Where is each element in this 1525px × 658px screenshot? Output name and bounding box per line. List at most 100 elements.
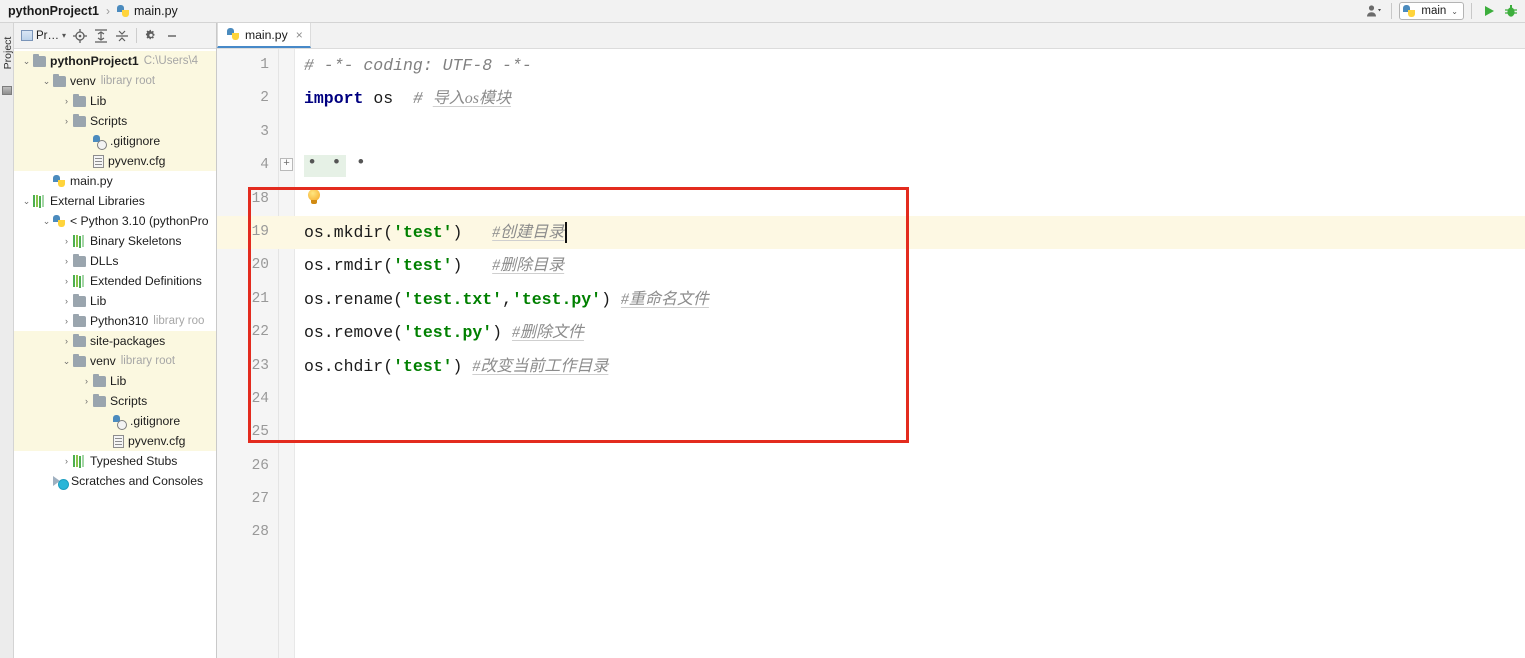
token-cmt-plain <box>611 290 621 309</box>
chevron-right-icon[interactable]: › <box>60 256 73 266</box>
tree-item-pyvenv-cfg[interactable]: ›pyvenv.cfg <box>14 151 216 171</box>
run-configuration-selector[interactable]: main ⌄ <box>1399 2 1464 20</box>
chevron-down-icon: ▾ <box>62 31 67 40</box>
code-line-25[interactable]: 25 <box>217 416 1525 449</box>
expand-all-icon[interactable] <box>91 26 111 46</box>
gitignore-icon <box>113 414 127 430</box>
folded-region-placeholder[interactable]: • • • <box>307 149 368 182</box>
code-line-28[interactable]: 28 <box>217 516 1525 549</box>
chevron-right-icon[interactable]: › <box>60 116 73 126</box>
project-tool-button[interactable]: Project <box>2 28 14 78</box>
locate-target-icon[interactable] <box>70 26 90 46</box>
tree-item-secondary-label: C:\Users\4 <box>143 55 199 67</box>
tree-item-label: Extended Definitions <box>90 274 202 288</box>
chevron-down-icon[interactable]: ⌄ <box>60 356 73 367</box>
token-str: 'test.py' <box>511 289 602 309</box>
tree-item-binary-skeletons[interactable]: › Binary Skeletons <box>14 231 216 251</box>
token-ident: , <box>502 289 512 309</box>
tree-item-main-py[interactable]: ›main.py <box>14 171 216 191</box>
close-icon[interactable]: × <box>296 28 303 42</box>
run-icon[interactable] <box>1479 1 1499 21</box>
token-cmt-it: #创建目录 <box>492 223 565 241</box>
chevron-down-icon[interactable]: ⌄ <box>20 56 33 67</box>
token-ident: ) <box>452 256 463 276</box>
project-view-dropdown[interactable]: Pr… ▾ <box>18 26 69 46</box>
chevron-down-icon[interactable]: ⌄ <box>20 196 33 207</box>
tree-item-dlls[interactable]: › DLLs <box>14 251 216 271</box>
tree-item-lib[interactable]: › Lib <box>14 291 216 311</box>
tree-item-typeshed-stubs[interactable]: › Typeshed Stubs <box>14 451 216 471</box>
chevron-right-icon[interactable]: › <box>60 456 73 466</box>
tree-item-pythonproject1[interactable]: ⌄ pythonProject1 C:\Users\4 <box>14 51 216 71</box>
code-text: os.chdir('test') #改变当前工作目录 <box>304 350 608 383</box>
lib-icon <box>33 195 46 207</box>
user-settings-icon[interactable] <box>1364 1 1384 21</box>
code-line-20[interactable]: 20 os.rmdir('test') #删除目录 <box>217 249 1525 282</box>
tree-item-lib[interactable]: › Lib <box>14 91 216 111</box>
tree-item-pyvenv-cfg[interactable]: ›pyvenv.cfg <box>14 431 216 451</box>
code-editor[interactable]: 1 # -*- coding: UTF-8 -*- 2 import os # 导入o… <box>217 49 1525 658</box>
chevron-right-icon[interactable]: › <box>60 96 73 106</box>
chevron-down-icon[interactable]: ⌄ <box>40 76 53 87</box>
code-line-26[interactable]: 26 <box>217 450 1525 483</box>
tree-item-gitignore[interactable]: ›.gitignore <box>14 131 216 151</box>
tree-item-site-packages[interactable]: › site-packages <box>14 331 216 351</box>
code-line-22[interactable]: 22 os.remove('test.py') #删除文件 <box>217 316 1525 349</box>
code-line-21[interactable]: 21 os.rename('test.txt','test.py') #重命名文件 <box>217 283 1525 316</box>
chevron-right-icon[interactable]: › <box>80 396 93 406</box>
structure-tool-icon[interactable] <box>2 86 12 95</box>
tree-item-scratches-and-consoles[interactable]: ›Scratches and Consoles <box>14 471 216 491</box>
token-ident: ) <box>492 323 503 343</box>
code-line-3[interactable]: 3 <box>217 116 1525 149</box>
intention-bulb-icon[interactable] <box>307 188 322 206</box>
folder-icon <box>73 253 86 267</box>
token-str: 'test' <box>393 356 453 376</box>
left-tool-window-strip: Project <box>0 23 14 658</box>
code-text: os.rename('test.txt','test.py') #重命名文件 <box>304 283 709 316</box>
collapse-all-icon[interactable] <box>112 26 132 46</box>
breadcrumb-project[interactable]: pythonProject1 <box>8 4 99 18</box>
chevron-right-icon[interactable]: › <box>60 316 73 326</box>
code-line-18[interactable]: 18 <box>217 183 1525 216</box>
minimize-icon[interactable] <box>162 26 182 46</box>
token-ident: os.rename( <box>304 289 404 309</box>
tree-item-extended-definitions[interactable]: › Extended Definitions <box>14 271 216 291</box>
code-line-4[interactable]: 4 + • • • <box>217 149 1525 182</box>
tree-item-venv[interactable]: ⌄ venv library root <box>14 71 216 91</box>
line-number: 25 <box>251 424 269 441</box>
debug-icon[interactable] <box>1501 1 1521 21</box>
tree-item-venv[interactable]: ⌄ venv library root <box>14 351 216 371</box>
code-line-27[interactable]: 27 <box>217 483 1525 516</box>
chevron-right-icon[interactable]: › <box>80 376 93 386</box>
chevron-right-icon[interactable]: › <box>60 236 73 246</box>
code-line-23[interactable]: 23 os.chdir('test') #改变当前工作目录 <box>217 350 1525 383</box>
tree-item-python310[interactable]: › Python310 library roo <box>14 311 216 331</box>
tree-item-python-3-10-pythonpro[interactable]: ⌄ < Python 3.10 (pythonPro <box>14 211 216 231</box>
tab-main-py[interactable]: main.py × <box>217 23 311 48</box>
chevron-right-icon[interactable]: › <box>60 276 73 286</box>
chevron-down-icon[interactable]: ⌄ <box>40 216 53 227</box>
code-line-1[interactable]: 1 # -*- coding: UTF-8 -*- <box>217 49 1525 82</box>
project-tree[interactable]: ⌄ pythonProject1 C:\Users\4 ⌄ venv library ro… <box>14 49 216 658</box>
line-number: 4 <box>260 157 269 174</box>
code-line-2[interactable]: 2 import os # 导入os模块 <box>217 82 1525 115</box>
breadcrumb-separator: › <box>106 4 110 18</box>
tree-item-lib[interactable]: › Lib <box>14 371 216 391</box>
code-line-19[interactable]: 19 os.mkdir('test') #创建目录 <box>217 215 1525 250</box>
gear-icon[interactable] <box>141 26 161 46</box>
chevron-right-icon[interactable]: › <box>60 296 73 306</box>
token-cmt-it: #重命名文件 <box>620 290 709 308</box>
tree-item-gitignore[interactable]: ›.gitignore <box>14 411 216 431</box>
top-toolbar-right: main ⌄ <box>1364 0 1525 23</box>
tree-item-external-libraries[interactable]: ⌄ External Libraries <box>14 191 216 211</box>
tree-item-scripts[interactable]: › Scripts <box>14 111 216 131</box>
fold-expand-icon[interactable]: + <box>280 158 293 172</box>
python-icon <box>53 214 66 228</box>
tree-item-scripts[interactable]: › Scripts <box>14 391 216 411</box>
code-line-24[interactable]: 24 <box>217 383 1525 416</box>
folder-icon <box>33 53 46 67</box>
chevron-right-icon[interactable]: › <box>60 336 73 346</box>
breadcrumb-file[interactable]: main.py <box>134 4 178 18</box>
token-ident: os <box>363 89 394 109</box>
chevron-down-icon: ⌄ <box>1451 6 1458 16</box>
